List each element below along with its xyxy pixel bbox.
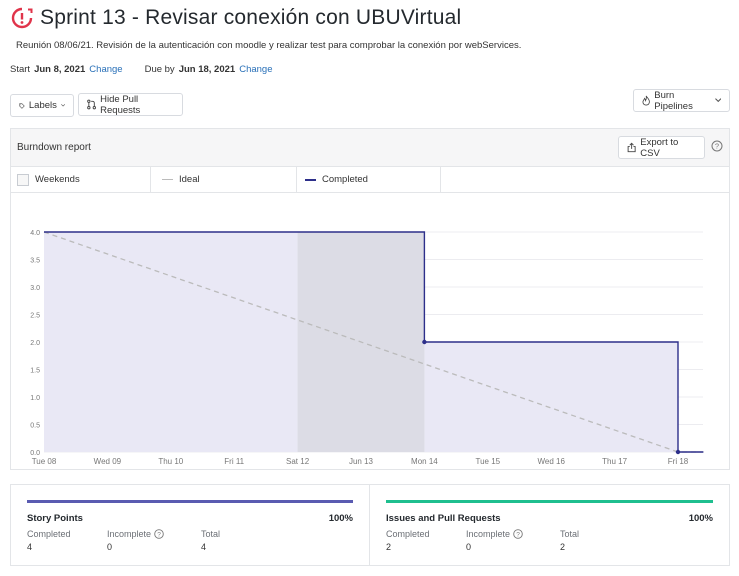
x-tick-label: Thu 10 [158,457,183,466]
burn-pipelines-button[interactable]: Burn Pipelines [633,89,730,112]
issues-card: Issues and Pull Requests 100% Completed … [370,484,730,566]
x-tick-label: Sat 12 [286,457,310,466]
issues-progress-bar [386,500,713,503]
legend-weekends[interactable]: Weekends [11,167,151,192]
svg-text:?: ? [157,531,161,538]
story-incomplete: Incomplete ? 0 [107,529,164,552]
story-points-percent: 100% [328,513,353,524]
x-tick-label: Wed 09 [94,457,122,466]
story-total-label: Total [201,529,221,539]
burn-pipelines-label: Burn Pipelines [654,89,693,112]
x-tick-label: Tue 15 [475,457,500,466]
page-title: Sprint 13 - Revisar conexión con UBUVirt… [40,6,462,29]
story-total: Total 4 [201,529,220,552]
ideal-line-swatch [162,179,173,180]
issues-incomplete-label: Incomplete [466,529,511,539]
export-csv-button[interactable]: Export to CSV [618,136,705,159]
x-tick-label: Mon 14 [411,457,438,466]
issues-percent: 100% [688,513,713,524]
sprint-dates: Start Jun 8, 2021 Change Due by Jun 18, … [10,64,272,75]
hide-pull-requests-button[interactable]: Hide Pull Requests [78,93,183,116]
chevron-down-icon [60,104,65,107]
milestone-icon [11,7,33,29]
story-incomplete-value: 0 [107,542,113,552]
export-csv-label: Export to CSV [640,136,679,159]
due-date: Jun 18, 2021 [178,64,236,75]
issues-completed-value: 2 [386,542,392,552]
page-header: Sprint 13 - Revisar conexión con UBUVirt… [10,6,461,30]
y-tick-label: 1.5 [30,368,40,375]
labels-button-label: Labels [28,100,57,111]
tag-icon [19,102,25,109]
start-label: Start [10,64,31,75]
x-tick-label: Tue 08 [32,457,57,466]
x-tick-label: Thu 17 [602,457,627,466]
y-tick-label: 4.0 [30,230,40,237]
report-title: Burndown report [17,142,91,153]
svg-text:?: ? [516,531,520,538]
story-completed-value: 4 [27,542,33,552]
weekends-checkbox[interactable] [17,173,29,186]
completed-line-swatch [305,178,316,181]
start-date: Jun 8, 2021 [34,64,86,75]
chevron-down-icon [714,98,721,103]
story-points-progress-bar [27,500,353,503]
y-tick-label: 3.0 [30,285,40,292]
issues-total-value: 2 [560,542,566,552]
x-tick-label: Fri 11 [224,457,244,466]
issues-total: Total 2 [560,529,579,552]
legend-weekends-label: Weekends [35,174,80,185]
legend-completed[interactable]: Completed [297,167,441,192]
issues-incomplete: Incomplete ? 0 [466,529,523,552]
change-due-link[interactable]: Change [239,64,272,75]
issues-title: Issues and Pull Requests [386,513,501,524]
export-icon [627,142,636,153]
x-tick-label: Wed 16 [537,457,565,466]
legend-ideal-label: Ideal [179,174,200,185]
story-incomplete-label: Incomplete [107,529,152,539]
story-points-card: Story Points 100% Completed 4 Incomplete… [10,484,370,566]
y-tick-label: 1.0 [30,395,40,402]
issues-completed: Completed 2 [386,529,430,552]
issues-incomplete-value: 0 [466,542,472,552]
help-icon[interactable]: ? [711,140,723,152]
chart-legend: Weekends Ideal Completed [11,167,729,193]
sprint-description: Reunión 08/06/21. Revisión de la autenti… [16,40,522,51]
legend-ideal[interactable]: Ideal [151,167,297,192]
svg-text:?: ? [715,142,719,151]
story-total-value: 4 [201,542,207,552]
flame-icon [642,95,650,106]
due-label: Due by [144,64,175,75]
y-tick-label: 3.5 [30,258,40,265]
hide-pull-requests-label: Hide Pull Requests [100,93,141,116]
issues-total-label: Total [560,529,580,539]
y-tick-label: 0.0 [30,450,40,457]
y-tick-label: 0.5 [30,423,40,430]
labels-button[interactable]: Labels [10,94,74,117]
completed-point [675,449,681,455]
story-completed: Completed 4 [27,529,71,552]
x-tick-label: Jun 13 [349,457,374,466]
legend-completed-label: Completed [322,174,368,185]
issues-completed-label: Completed [386,529,430,539]
burndown-report-panel: Burndown report Export to CSV ? Weekends… [10,128,730,470]
pull-request-icon [87,99,96,110]
y-tick-label: 2.0 [30,340,40,347]
story-points-title: Story Points [27,513,83,524]
burndown-chart: 0.0 0.5 1.0 1.5 2.0 2.5 3.0 3.5 4.0 Tue 08 Wed 09 T… [30,230,704,466]
report-header: Burndown report Export to CSV ? [11,129,729,167]
completed-point [422,339,427,345]
story-completed-label: Completed [27,529,71,539]
x-tick-label: Fri 18 [668,457,689,466]
change-start-link[interactable]: Change [89,64,122,75]
y-tick-label: 2.5 [30,313,40,320]
help-icon[interactable]: ? [154,529,164,539]
help-icon[interactable]: ? [513,529,523,539]
